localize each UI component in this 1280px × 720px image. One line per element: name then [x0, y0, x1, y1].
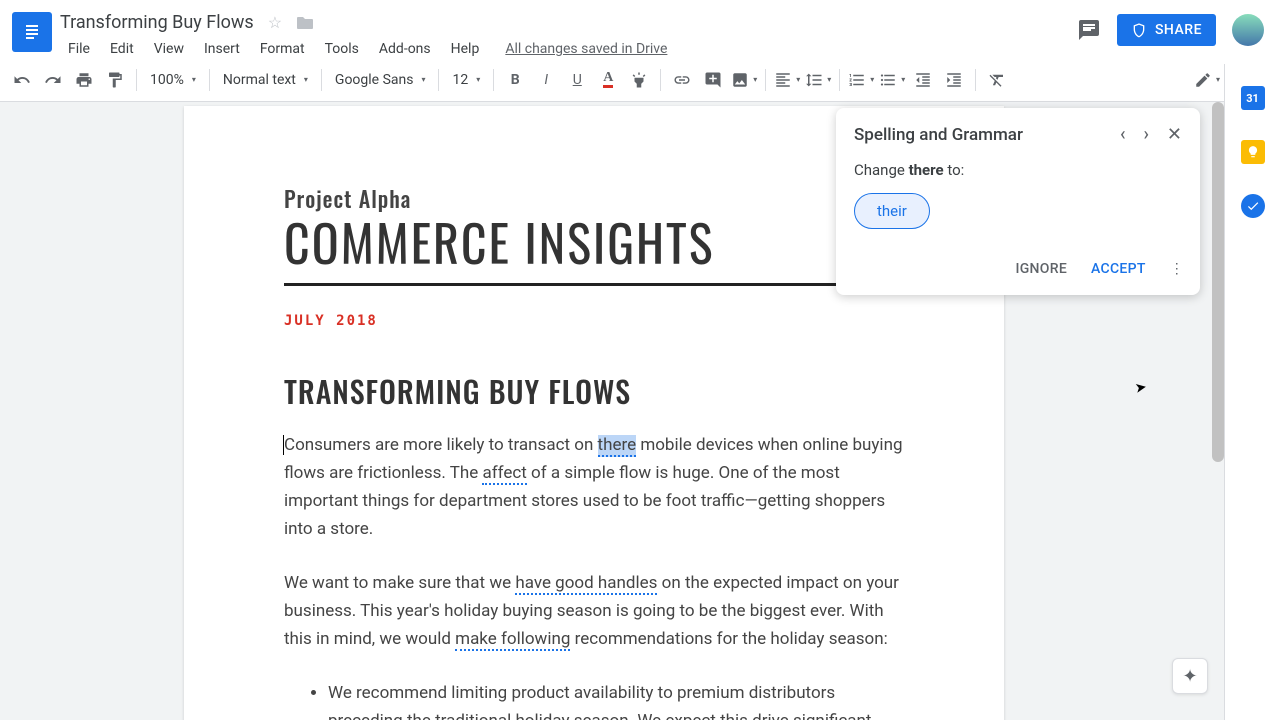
insert-link-icon[interactable]	[668, 67, 696, 93]
zoom-select[interactable]: 100%	[144, 67, 202, 93]
font-select[interactable]: Google Sans	[329, 67, 432, 93]
insert-image-icon[interactable]	[730, 67, 758, 93]
doc-date: JULY 2018	[284, 314, 904, 328]
menu-addons[interactable]: Add-ons	[371, 37, 439, 61]
bold-icon[interactable]: B	[501, 67, 529, 93]
print-icon[interactable]	[70, 67, 98, 93]
menu-file[interactable]: File	[60, 37, 98, 61]
accept-button[interactable]: ACCEPT	[1091, 261, 1146, 277]
open-comments-icon[interactable]	[1077, 18, 1101, 42]
close-panel-icon[interactable]: ✕	[1167, 124, 1182, 145]
grammar-error[interactable]: make following	[455, 629, 570, 651]
text-color-icon[interactable]: A	[594, 67, 622, 93]
add-comment-icon[interactable]	[699, 67, 727, 93]
italic-icon[interactable]: I	[532, 67, 560, 93]
increase-indent-icon[interactable]	[940, 67, 968, 93]
calendar-addon-icon[interactable]: 31	[1241, 86, 1265, 110]
paint-format-icon[interactable]	[101, 67, 129, 93]
line-spacing-icon[interactable]	[804, 67, 832, 93]
align-icon[interactable]	[773, 67, 801, 93]
toolbar: 100% Normal text Google Sans 12 B I U A	[0, 58, 1280, 102]
prev-suggestion-icon[interactable]: ‹	[1120, 124, 1126, 145]
docs-app-icon[interactable]	[12, 12, 52, 52]
menu-help[interactable]: Help	[443, 37, 488, 61]
doc-subheading: TRANSFORMING BUY FLOWS	[284, 374, 904, 407]
divider	[284, 283, 904, 286]
menu-edit[interactable]: Edit	[102, 37, 142, 61]
share-button[interactable]: SHARE	[1117, 14, 1216, 46]
doc-heading: COMMERCE INSIGHTS	[284, 216, 904, 269]
account-avatar[interactable]	[1232, 14, 1264, 46]
menu-format[interactable]: Format	[252, 37, 313, 61]
more-options-icon[interactable]: ⋮	[1170, 261, 1184, 277]
tasks-addon-icon[interactable]	[1241, 194, 1265, 218]
grammar-error[interactable]: there	[598, 435, 637, 457]
ignore-button[interactable]: IGNORE	[1015, 261, 1067, 277]
bulleted-list-icon[interactable]	[878, 67, 906, 93]
menu-insert[interactable]: Insert	[196, 37, 248, 61]
menubar: File Edit View Insert Format Tools Add-o…	[60, 37, 1077, 61]
mouse-cursor-icon: ➤	[1134, 379, 1148, 397]
paragraph-style-select[interactable]: Normal text	[217, 67, 314, 93]
clear-formatting-icon[interactable]	[983, 67, 1011, 93]
redo-icon[interactable]	[39, 67, 67, 93]
grammar-error[interactable]: have good handles	[515, 573, 657, 595]
underline-icon[interactable]: U	[563, 67, 591, 93]
font-size-select[interactable]: 12	[446, 67, 486, 93]
doc-title[interactable]: Transforming Buy Flows	[60, 12, 254, 33]
keep-addon-icon[interactable]	[1241, 140, 1265, 164]
grammar-error[interactable]: affect	[482, 463, 526, 485]
numbered-list-icon[interactable]	[847, 67, 875, 93]
menu-view[interactable]: View	[146, 37, 192, 61]
save-status[interactable]: All changes saved in Drive	[497, 37, 675, 61]
next-suggestion-icon[interactable]: ›	[1143, 124, 1148, 145]
share-label: SHARE	[1155, 22, 1202, 38]
folder-icon[interactable]	[296, 16, 314, 30]
doc-body[interactable]: Consumers are more likely to transact on…	[284, 431, 904, 720]
undo-icon[interactable]	[8, 67, 36, 93]
decrease-indent-icon[interactable]	[909, 67, 937, 93]
grammar-error[interactable]: this drive	[720, 711, 789, 720]
spelling-grammar-panel: Spelling and Grammar ‹ › ✕ Change there …	[836, 108, 1200, 295]
side-panel: 31	[1224, 64, 1280, 720]
panel-title: Spelling and Grammar	[854, 125, 1023, 145]
menu-tools[interactable]: Tools	[317, 37, 367, 61]
suggestion-chip[interactable]: their	[854, 193, 930, 229]
editing-mode-icon[interactable]	[1193, 67, 1221, 93]
star-icon[interactable]: ☆	[268, 13, 282, 32]
explore-button[interactable]: ✦	[1172, 658, 1208, 694]
highlight-icon[interactable]	[625, 67, 653, 93]
